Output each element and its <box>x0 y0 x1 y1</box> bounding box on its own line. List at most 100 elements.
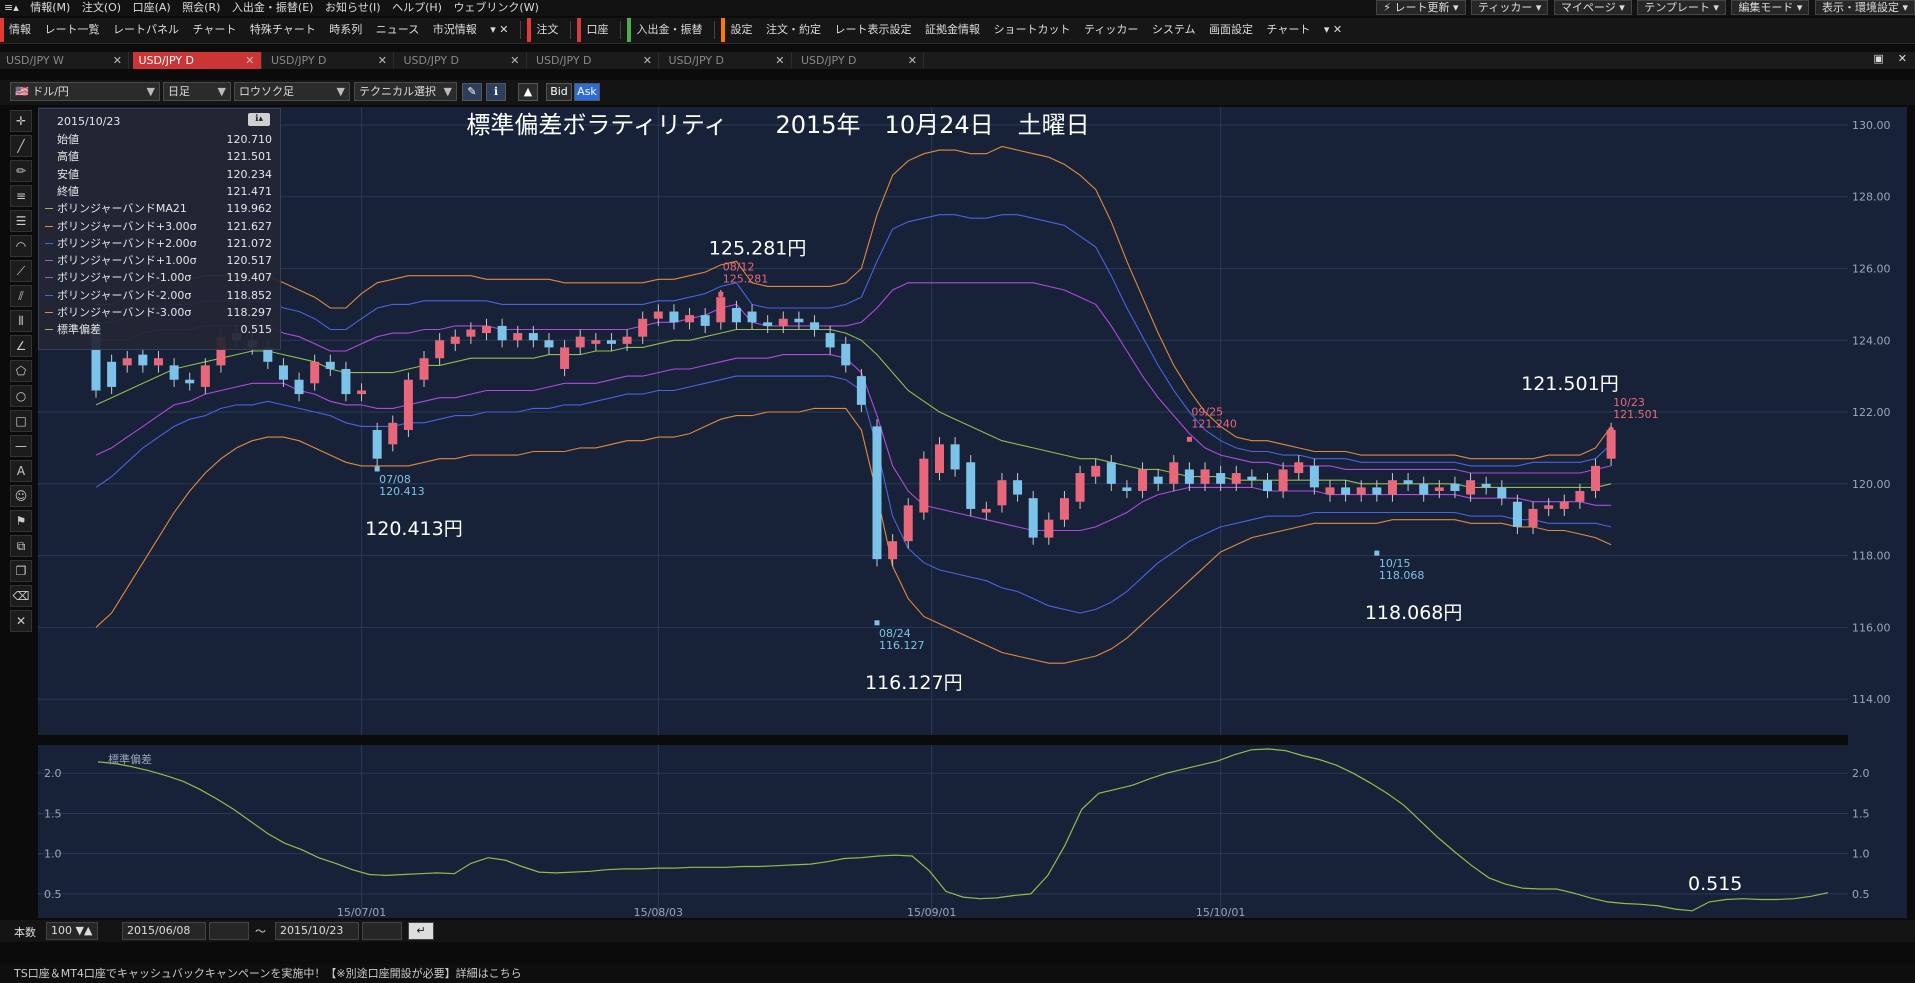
display-settings-menu[interactable]: 表示・環境設定 ▾ <box>1814 0 1915 15</box>
bid-button[interactable]: Bid <box>546 83 572 101</box>
toolbar-chart[interactable]: チャート <box>188 18 242 42</box>
ruler-icon[interactable]: ✏ <box>10 160 32 182</box>
tab-usdjpy[interactable]: USD/JPY D ✕ <box>398 52 527 69</box>
close-icon[interactable]: ✕ <box>643 52 652 69</box>
info-label: 標準偏差 <box>57 323 101 337</box>
smiley-icon[interactable]: ☺ <box>10 485 32 507</box>
close-icon[interactable]: ✕ <box>378 52 387 69</box>
maximize-icon[interactable]: ▣ <box>1873 52 1883 65</box>
toolbar-market-info[interactable]: 市況情報 <box>428 18 482 42</box>
toolbar-more-icon[interactable]: ▾ ✕ <box>1319 18 1347 42</box>
main-chart-panel[interactable]: 標準偏差ボラティリティ 2015年 10月24日 土曜日 07/08 120.413… <box>38 107 1848 735</box>
price-chart[interactable]: 標準偏差ボラティリティ 2015年 10月24日 土曜日07/08120.413… <box>38 107 1848 735</box>
menu-item[interactable]: 注文(O) <box>78 0 125 16</box>
toolbar-shortcut[interactable]: ショートカット <box>988 18 1075 42</box>
toolbar-rate-list[interactable]: レート一覧 <box>40 18 105 42</box>
eraser-icon[interactable]: ⌫ <box>10 585 32 607</box>
std-dev-panel[interactable]: 2.0 1.5 1.0 0.5 15/07/01 15/08/03 15/09/01 15/1… <box>38 745 1848 918</box>
vertical-lines-icon[interactable]: ⦀ <box>10 310 32 332</box>
fan-icon[interactable]: ⟋ <box>10 260 32 282</box>
to-date-field[interactable]: 2015/10/23 <box>275 922 359 940</box>
text-icon[interactable]: A <box>10 460 32 482</box>
circle-icon[interactable]: ○ <box>10 385 32 407</box>
tab-usdjpy[interactable]: USD/JPY D ✕ <box>795 52 924 69</box>
chart-style-select[interactable]: ロウソク足 ▼ <box>234 82 350 101</box>
menu-item[interactable]: ヘルプ(H) <box>388 0 446 16</box>
toolbar-screen-settings[interactable]: 画面設定 <box>1204 18 1258 42</box>
tab-usdjpy[interactable]: USD/JPY D ✕ <box>265 52 394 69</box>
campaign-status-bar[interactable]: TS口座＆MT4口座でキャッシュバックキャンペーンを実施中！【※別途口座開設が必… <box>0 964 1915 983</box>
menu-item[interactable]: ウェブリンク(W) <box>449 0 542 16</box>
tab-usdjpy[interactable]: USD/JPY W ✕ <box>0 52 129 69</box>
menu-item[interactable]: 照会(R) <box>178 0 224 16</box>
mypage-menu[interactable]: マイページ ▾ <box>1553 0 1632 15</box>
currency-pair-select[interactable]: 🇺🇸 ドル/円 ▼ <box>10 82 160 101</box>
close-icon[interactable]: ✕ <box>245 52 254 69</box>
tab-usdjpy[interactable]: USD/JPY D ✕ <box>530 52 659 69</box>
period-select[interactable]: 日足 ▼ <box>163 82 231 101</box>
from-time-field[interactable] <box>209 922 249 940</box>
toolbar-info[interactable]: 情報 <box>0 18 36 42</box>
channel-icon[interactable]: ☰ <box>10 210 32 232</box>
toolbar-deposit[interactable]: 入出金・振替 <box>627 18 707 42</box>
area-chart-icon[interactable]: ▲ <box>518 83 538 101</box>
info-label: 始値 <box>57 133 79 146</box>
horizontal-line-icon[interactable]: ≡ <box>10 185 32 207</box>
app-menu-icon[interactable]: ≡▴ <box>0 0 23 16</box>
rectangle-icon[interactable]: □ <box>10 410 32 432</box>
toolbar-time-series[interactable]: 時系列 <box>324 18 367 42</box>
toolbar-order[interactable]: 注文 <box>527 18 563 42</box>
menu-item[interactable]: 口座(A) <box>129 0 175 16</box>
rate-update-button[interactable]: ⚡ レート更新 ▾ <box>1376 0 1466 15</box>
copy-icon[interactable]: ⧉ <box>10 535 32 557</box>
template-menu[interactable]: テンプレート ▾ <box>1637 0 1726 15</box>
technical-select[interactable]: テクニカル選択 ▼ <box>354 82 457 101</box>
close-window-icon[interactable]: ✕ <box>1898 52 1907 65</box>
tab-usdjpy[interactable]: USD/JPY D ✕ <box>663 52 792 69</box>
toolbar-rate-panel[interactable]: レートパネル <box>108 18 184 42</box>
toolbar-margin-info[interactable]: 証拠金情報 <box>920 18 985 42</box>
close-icon[interactable]: ✕ <box>775 52 784 69</box>
menu-item[interactable]: 情報(M) <box>26 0 74 16</box>
to-time-field[interactable] <box>362 922 402 940</box>
angle-icon[interactable]: ∠ <box>10 335 32 357</box>
close-icon[interactable]: ✕ <box>113 52 122 69</box>
delete-all-icon[interactable]: ✕ <box>10 610 32 632</box>
layers-icon[interactable]: ❐ <box>10 560 32 582</box>
legend-swatch <box>45 294 53 296</box>
toolbar-account[interactable]: 口座 <box>577 18 613 42</box>
ticker-menu[interactable]: ティッカー ▾ <box>1471 0 1549 15</box>
toolbar-special-chart[interactable]: 特殊チャート <box>245 18 321 42</box>
line-icon[interactable]: — <box>10 435 32 457</box>
info-collapse-icon[interactable]: ℹ▴ <box>248 113 270 126</box>
toolbar-ticker[interactable]: ティッカー <box>1079 18 1143 42</box>
apply-range-icon[interactable]: ↵ <box>408 922 434 940</box>
stamp-icon[interactable]: ⚑ <box>10 510 32 532</box>
menu-item[interactable]: お知らせ(I) <box>321 0 385 16</box>
close-icon[interactable]: ✕ <box>510 52 519 69</box>
arc-icon[interactable]: ◠ <box>10 235 32 257</box>
pen-icon[interactable]: ✎ <box>462 83 482 101</box>
trendline-icon[interactable]: ╱ <box>10 135 32 157</box>
count-select[interactable]: 100 ▼▲ <box>46 922 98 940</box>
toolbar-system[interactable]: システム <box>1147 18 1201 42</box>
from-date-field[interactable]: 2015/06/08 <box>122 922 206 940</box>
menu-item[interactable]: 入出金・振替(E) <box>228 0 318 16</box>
toolbar-dropdown-icon[interactable]: ▾ ✕ <box>485 18 513 42</box>
edit-mode-menu[interactable]: 編集モード ▾ <box>1731 0 1810 15</box>
info-icon[interactable]: ℹ <box>486 83 506 101</box>
toolbar-chart-settings[interactable]: チャート <box>1262 18 1316 42</box>
gann-icon[interactable]: ⫽ <box>10 285 32 307</box>
pentagon-icon[interactable]: ⬠ <box>10 360 32 382</box>
tab-usdjpy-active[interactable]: USD/JPY D ✕ <box>132 52 262 69</box>
toolbar-rate-display[interactable]: レート表示設定 <box>829 18 916 42</box>
crosshair-icon[interactable]: ✛ <box>10 110 32 132</box>
toolbar-news[interactable]: ニュース <box>371 18 424 42</box>
ask-button[interactable]: Ask <box>574 83 600 101</box>
close-icon[interactable]: ✕ <box>908 52 917 69</box>
toolbar-settings[interactable]: 設定 <box>721 18 757 42</box>
candle-body <box>934 444 944 474</box>
info-value: 118.852 <box>226 288 273 302</box>
toolbar-order-fill[interactable]: 注文・約定 <box>761 18 826 42</box>
std-dev-chart[interactable]: 2.0 1.5 1.0 0.5 15/07/01 15/08/03 15/09/01 15/1… <box>38 745 1848 918</box>
